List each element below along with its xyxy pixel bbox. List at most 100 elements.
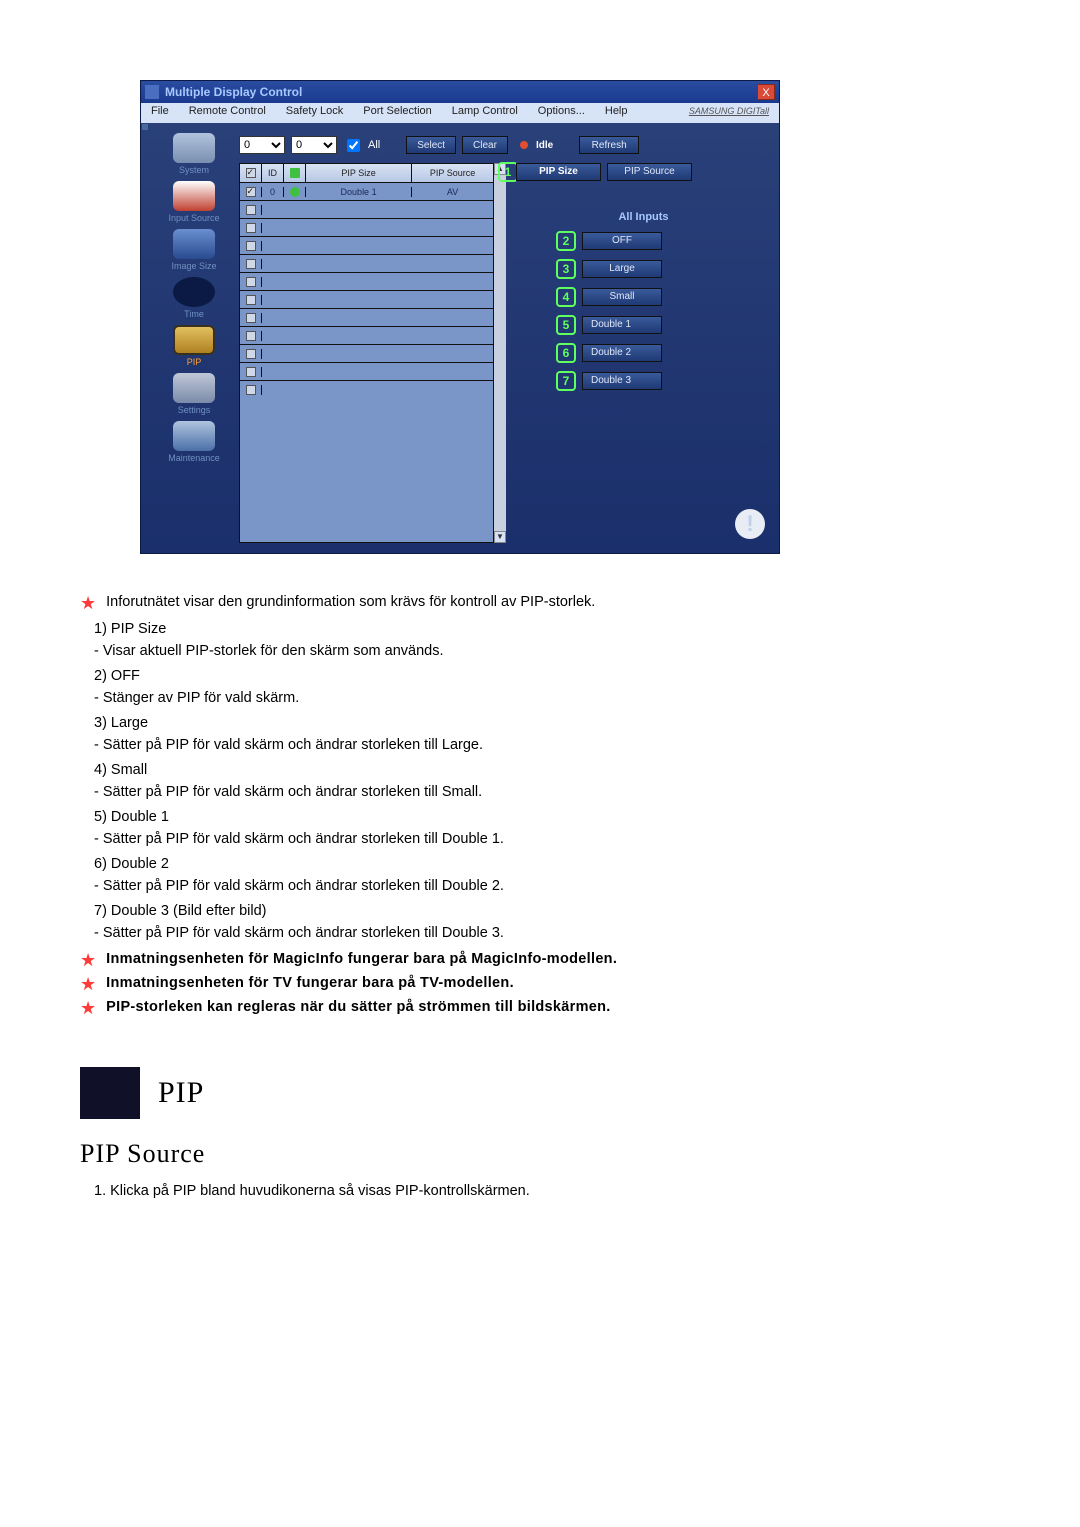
pip-option-button[interactable]: Double 2 bbox=[582, 344, 662, 362]
note-text: Inmatningsenheten för MagicInfo fungerar… bbox=[106, 951, 617, 969]
pip-option-button[interactable]: Large bbox=[582, 260, 662, 278]
row-checkbox[interactable] bbox=[246, 313, 256, 323]
row-checkbox[interactable] bbox=[246, 187, 256, 197]
row-checkbox[interactable] bbox=[246, 385, 256, 395]
content-area: 0 0 All Select Clear Idle Refresh bbox=[239, 133, 771, 543]
sidebar-item-system[interactable]: System bbox=[173, 133, 215, 175]
brand-label: SAMSUNG DIGITall bbox=[679, 103, 779, 123]
row-checkbox[interactable] bbox=[246, 295, 256, 305]
table-row[interactable] bbox=[240, 362, 493, 380]
pip-subheading: PIP Source bbox=[80, 1139, 1000, 1169]
pip-source-tab[interactable]: PIP Source bbox=[607, 163, 692, 181]
table-row[interactable] bbox=[240, 272, 493, 290]
status-dot-icon bbox=[290, 187, 300, 197]
row-checkbox[interactable] bbox=[246, 331, 256, 341]
row-checkbox[interactable] bbox=[246, 349, 256, 359]
pip-option-button[interactable]: Double 3 bbox=[582, 372, 662, 390]
close-icon[interactable]: X bbox=[757, 84, 775, 100]
row-checkbox[interactable] bbox=[246, 277, 256, 287]
all-checkbox[interactable] bbox=[347, 139, 360, 152]
doc-body: ★Inforutnätet visar den grundinformation… bbox=[80, 594, 1000, 1199]
pip-size-tab[interactable]: PIP Size bbox=[516, 163, 601, 181]
app-icon bbox=[145, 85, 159, 99]
doc-list-item: 7) Double 3 (Bild efter bild)- Sätter på… bbox=[94, 900, 1000, 945]
sidebar-item-input-source[interactable]: Input Source bbox=[168, 181, 219, 223]
sidebar-item-label: Image Size bbox=[171, 261, 216, 271]
cell-id: 0 bbox=[262, 187, 284, 197]
table-row[interactable] bbox=[240, 218, 493, 236]
table-row[interactable] bbox=[240, 236, 493, 254]
image-size-icon bbox=[173, 229, 215, 259]
menu-help[interactable]: Help bbox=[595, 103, 638, 123]
time-icon bbox=[173, 277, 215, 307]
cell-pip-size: Double 1 bbox=[306, 187, 412, 197]
range-start-select[interactable]: 0 bbox=[239, 136, 285, 154]
maintenance-icon bbox=[173, 421, 215, 451]
sidebar-item-label: Settings bbox=[178, 405, 211, 415]
sidebar-item-maintenance[interactable]: Maintenance bbox=[168, 421, 220, 463]
clear-button[interactable]: Clear bbox=[462, 136, 508, 154]
callout-4: 4 bbox=[556, 287, 576, 307]
star-icon: ★ bbox=[80, 999, 96, 1017]
table-row[interactable] bbox=[240, 326, 493, 344]
all-label: All bbox=[368, 139, 380, 151]
grid-scrollbar[interactable]: ▲ ▼ bbox=[494, 163, 506, 543]
table-row[interactable] bbox=[240, 200, 493, 218]
menu-port-selection[interactable]: Port Selection bbox=[353, 103, 441, 123]
settings-icon bbox=[173, 373, 215, 403]
star-icon: ★ bbox=[80, 975, 96, 993]
sidebar-item-time[interactable]: Time bbox=[173, 277, 215, 319]
pip-icon bbox=[173, 325, 215, 355]
idle-indicator-icon bbox=[520, 141, 528, 149]
pip-option-button[interactable]: Small bbox=[582, 288, 662, 306]
star-icon: ★ bbox=[80, 594, 96, 612]
system-icon bbox=[173, 133, 215, 163]
table-row[interactable]: 0 Double 1AV bbox=[240, 182, 493, 200]
mdc-window: Multiple Display Control X File Remote C… bbox=[140, 80, 780, 554]
table-row[interactable] bbox=[240, 254, 493, 272]
pip-section-icon bbox=[80, 1067, 140, 1119]
select-button[interactable]: Select bbox=[406, 136, 456, 154]
sidebar-item-label: Input Source bbox=[168, 213, 219, 223]
table-row[interactable] bbox=[240, 308, 493, 326]
sidebar-item-settings[interactable]: Settings bbox=[173, 373, 215, 415]
menu-remote-control[interactable]: Remote Control bbox=[179, 103, 276, 123]
row-checkbox[interactable] bbox=[246, 205, 256, 215]
pip-option-button[interactable]: OFF bbox=[582, 232, 662, 250]
col-status bbox=[284, 164, 306, 182]
status-header-icon bbox=[290, 168, 300, 178]
pip-right-panel: 1 PIP Size PIP Source All Inputs 2OFF3La… bbox=[516, 163, 771, 543]
doc-list-item: 1) PIP Size- Visar aktuell PIP-storlek f… bbox=[94, 618, 1000, 663]
menu-lamp-control[interactable]: Lamp Control bbox=[442, 103, 528, 123]
col-pip-source: PIP Source bbox=[412, 164, 493, 182]
refresh-button[interactable]: Refresh bbox=[579, 136, 639, 154]
row-checkbox[interactable] bbox=[246, 241, 256, 251]
col-id: ID bbox=[262, 164, 284, 182]
sidebar-item-image-size[interactable]: Image Size bbox=[171, 229, 216, 271]
doc-list-item: 3) Large- Sätter på PIP för vald skärm o… bbox=[94, 712, 1000, 757]
scroll-down-icon[interactable]: ▼ bbox=[494, 531, 506, 543]
note-text: Inmatningsenheten för TV fungerar bara p… bbox=[106, 975, 514, 993]
check-all-icon[interactable] bbox=[246, 168, 256, 178]
table-row[interactable] bbox=[240, 380, 493, 398]
table-row[interactable] bbox=[240, 290, 493, 308]
pip-option-button[interactable]: Double 1 bbox=[582, 316, 662, 334]
sidebar-item-label: Time bbox=[184, 309, 204, 319]
row-checkbox[interactable] bbox=[246, 259, 256, 269]
doc-list-item: 2) OFF- Stänger av PIP för vald skärm. bbox=[94, 665, 1000, 710]
range-end-select[interactable]: 0 bbox=[291, 136, 337, 154]
sidebar: System Input Source Image Size Time PIP bbox=[149, 133, 239, 543]
sidebar-item-pip[interactable]: PIP bbox=[173, 325, 215, 367]
row-checkbox[interactable] bbox=[246, 367, 256, 377]
menu-safety-lock[interactable]: Safety Lock bbox=[276, 103, 353, 123]
cell-pip-source: AV bbox=[412, 187, 493, 197]
all-inputs-label: All Inputs bbox=[618, 211, 668, 223]
status-exclaim-icon: ! bbox=[735, 509, 765, 539]
menu-options[interactable]: Options... bbox=[528, 103, 595, 123]
top-controls: 0 0 All Select Clear Idle Refresh bbox=[239, 133, 771, 157]
row-checkbox[interactable] bbox=[246, 223, 256, 233]
table-row[interactable] bbox=[240, 344, 493, 362]
idle-label: Idle bbox=[536, 140, 553, 151]
note-text: PIP-storleken kan regleras när du sätter… bbox=[106, 999, 611, 1017]
menu-file[interactable]: File bbox=[141, 103, 179, 123]
